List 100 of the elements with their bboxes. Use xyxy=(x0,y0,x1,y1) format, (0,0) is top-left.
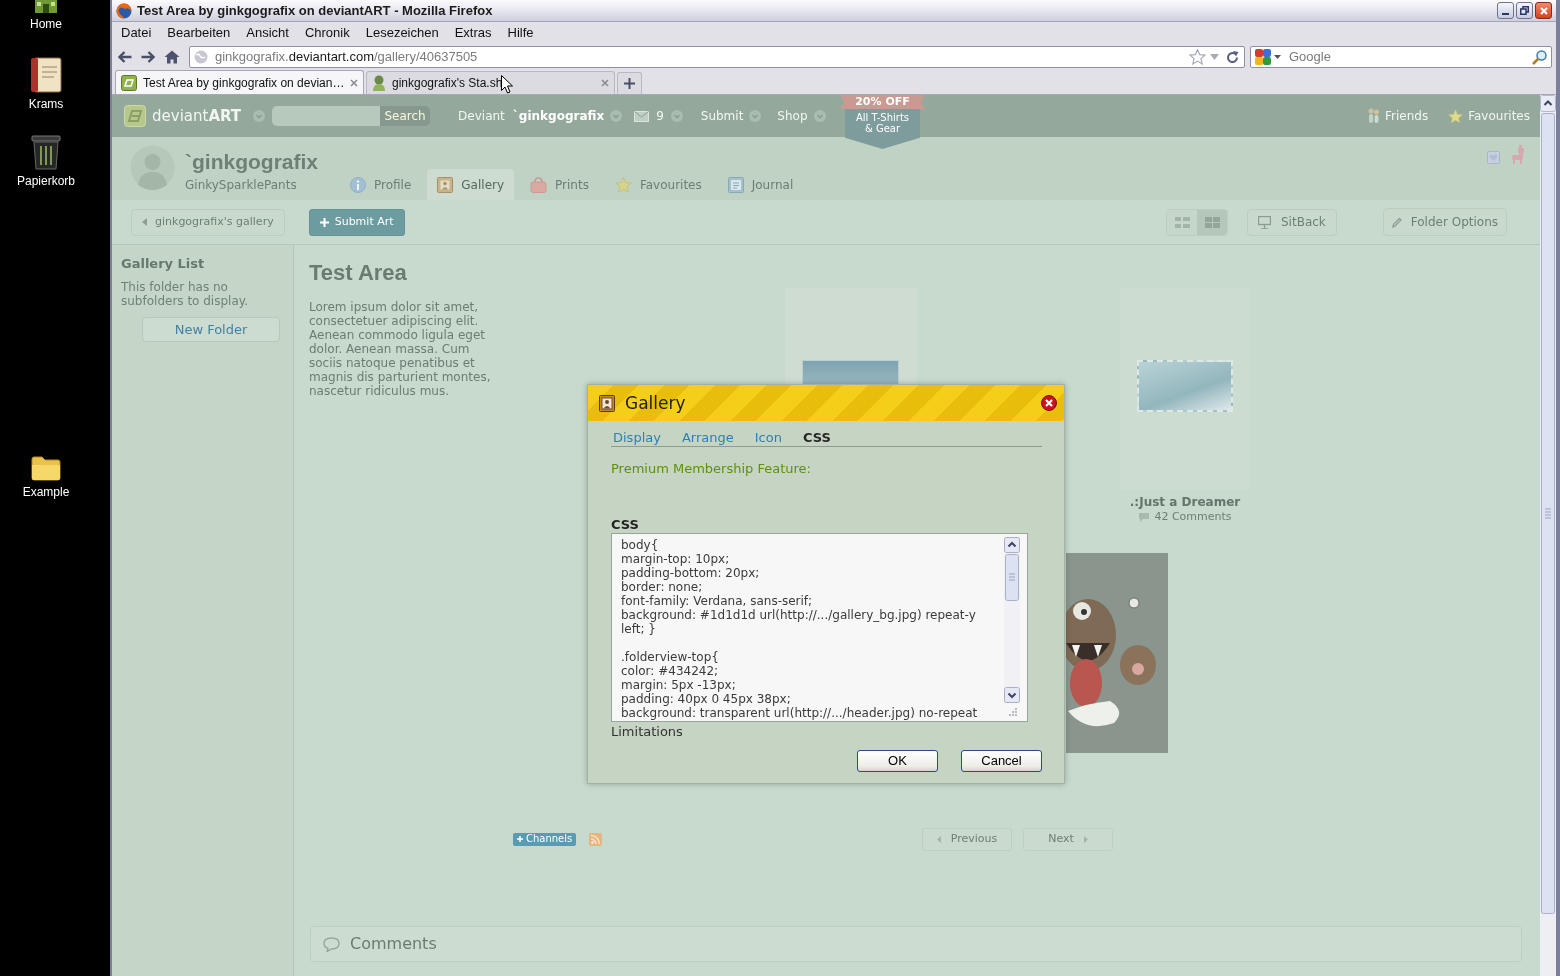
mouse-cursor-icon xyxy=(501,75,513,94)
chevron-down-icon[interactable] xyxy=(670,110,683,122)
desktop-icon-label[interactable]: Home xyxy=(30,17,62,31)
menu-item[interactable]: Datei xyxy=(120,25,153,41)
search-field[interactable]: Google xyxy=(1250,46,1552,68)
comment-count[interactable]: 42 Comments xyxy=(1154,511,1232,523)
logo-tile-icon xyxy=(121,74,137,91)
gallery-back-button[interactable]: ginkgografix's gallery xyxy=(131,208,285,236)
envelope-icon[interactable] xyxy=(634,110,650,122)
menu-item[interactable]: Hilfe xyxy=(506,25,535,41)
llama-icon[interactable] xyxy=(1511,145,1525,164)
arrow-left-icon[interactable] xyxy=(118,51,132,63)
plus-icon xyxy=(319,217,329,227)
dialog-title: Gallery xyxy=(625,393,686,413)
shopping-bag-icon xyxy=(530,176,548,193)
star-icon xyxy=(1448,108,1464,124)
resize-grip-icon[interactable] xyxy=(1007,707,1017,716)
close-icon[interactable] xyxy=(1041,395,1057,411)
search-field[interactable]: Search xyxy=(272,106,431,126)
dialog-tab[interactable]: CSS xyxy=(802,430,831,446)
thumbnail-image[interactable] xyxy=(802,360,899,384)
plus-icon xyxy=(624,78,635,89)
grid-icon xyxy=(1204,216,1220,228)
logo-squares-icon[interactable] xyxy=(1255,49,1271,65)
menu-item[interactable]: Extras xyxy=(453,25,493,41)
logo-wordmark[interactable]: deviantART xyxy=(152,107,242,125)
folder-icon[interactable] xyxy=(31,455,61,481)
house-icon[interactable] xyxy=(32,0,60,13)
heart-icon[interactable] xyxy=(1487,151,1500,164)
minimize-button[interactable] xyxy=(1497,2,1514,19)
star-icon xyxy=(614,176,632,193)
channels-button[interactable]: Channels xyxy=(513,832,577,846)
search-input[interactable]: Google xyxy=(1289,48,1528,66)
search-icon[interactable] xyxy=(1532,49,1547,65)
limitations-label[interactable]: Limitations xyxy=(611,725,683,739)
menu-item[interactable]: Ansicht xyxy=(245,25,290,41)
trash-can-icon[interactable] xyxy=(30,134,62,170)
picture-frame-icon xyxy=(437,176,454,193)
caret-down-icon[interactable] xyxy=(1274,55,1281,59)
username-link[interactable]: `ginkgografix xyxy=(512,107,605,125)
minimize-icon xyxy=(1502,13,1509,15)
rss-icon[interactable] xyxy=(589,832,603,846)
sitback-button[interactable]: SitBack xyxy=(1247,208,1337,236)
profile-name[interactable]: `ginkgografix xyxy=(185,150,318,174)
search-button[interactable]: Search xyxy=(380,106,431,126)
logo-icon[interactable] xyxy=(124,105,146,127)
book-icon xyxy=(727,176,744,193)
comments-heading: Comments xyxy=(350,933,437,955)
artwork-thumbnail[interactable] xyxy=(1066,553,1168,753)
restore-button[interactable] xyxy=(1516,2,1533,19)
caret-left-icon xyxy=(936,835,941,843)
info-icon xyxy=(350,176,366,193)
desktop-icon-label[interactable]: Papierkorb xyxy=(17,174,75,188)
new-tab-button[interactable] xyxy=(617,72,642,94)
profile-tab[interactable]: Gallery xyxy=(427,169,515,200)
chevron-down-icon[interactable] xyxy=(253,110,266,122)
nav-link[interactable]: Shop xyxy=(777,107,808,125)
textarea-scrollbar[interactable] xyxy=(1004,537,1020,703)
menu-item[interactable]: Chronik xyxy=(303,25,351,41)
close-button[interactable] xyxy=(1535,2,1552,19)
dialog-tab[interactable]: Arrange xyxy=(681,430,734,446)
message-count[interactable]: 9 xyxy=(656,107,664,125)
dialog-button[interactable]: OK xyxy=(857,750,938,772)
desktop-icon-label[interactable]: Krams xyxy=(28,97,64,111)
plus-icon xyxy=(517,836,523,842)
nav-link[interactable]: Submit xyxy=(700,107,744,125)
artwork-title[interactable]: .:Just a Dreamer xyxy=(1129,495,1241,509)
dialog-tab[interactable]: Display xyxy=(613,430,661,446)
browser-tab[interactable]: Test Area by ginkgografix on devian… xyxy=(115,70,364,94)
menu-item[interactable]: Lesezeichen xyxy=(364,25,440,41)
chevron-down-icon[interactable] xyxy=(610,110,623,122)
restore-icon xyxy=(1520,6,1529,15)
stamp-thumbnail[interactable] xyxy=(1137,360,1233,412)
star-icon[interactable] xyxy=(1189,49,1206,65)
promo-ribbon[interactable]: 20% OFF xyxy=(840,95,925,109)
arrow-right-icon[interactable] xyxy=(141,51,155,63)
page-scrollbar[interactable] xyxy=(1540,95,1556,976)
premium-note: Premium Membership Feature: xyxy=(611,462,811,476)
new-folder-button[interactable]: New Folder xyxy=(142,317,280,342)
url-field[interactable]: ginkgografix.deviantart.com/gallery/40637505 xyxy=(189,46,1245,68)
dialog-tab[interactable]: Icon xyxy=(754,430,782,446)
chevron-down-icon[interactable] xyxy=(749,110,762,122)
folder-options-button[interactable]: Folder Options xyxy=(1382,208,1507,236)
menu-item[interactable]: Bearbeiten xyxy=(166,25,232,41)
promo-text: & Gear xyxy=(864,123,901,134)
deviant-label: Deviant xyxy=(458,108,505,125)
speech-bubble-icon xyxy=(323,936,340,952)
dialog-button[interactable]: Cancel xyxy=(961,750,1042,772)
nav-link[interactable]: Friends xyxy=(1385,107,1429,125)
house-icon[interactable] xyxy=(164,50,180,64)
reload-icon[interactable] xyxy=(1226,50,1239,64)
nav-link[interactable]: Favourites xyxy=(1468,107,1530,125)
gallery-title: Test Area xyxy=(309,260,407,286)
submit-art-button[interactable]: Submit Art xyxy=(308,208,405,236)
notebook-icon[interactable] xyxy=(30,57,62,93)
desktop-icon-label[interactable]: Example xyxy=(22,485,70,499)
view-toggle-button[interactable] xyxy=(1197,209,1227,235)
search-input[interactable] xyxy=(272,106,381,126)
css-textarea[interactable]: body{ margin-top: 10px; padding-bottom: 20px; border: none; font-family: Verdana, sans-serif; background: #1d1d1d url(http://.../gallery_bg.jpg) repeat-y left; } .folderview-top{ color: #434242; margin: 5px -13px; padding: 40px 0 45px 38px; background: transparent url(http://.../header.jpg) no-repeat xyxy=(611,533,1028,722)
chevron-down-icon[interactable] xyxy=(813,110,826,122)
